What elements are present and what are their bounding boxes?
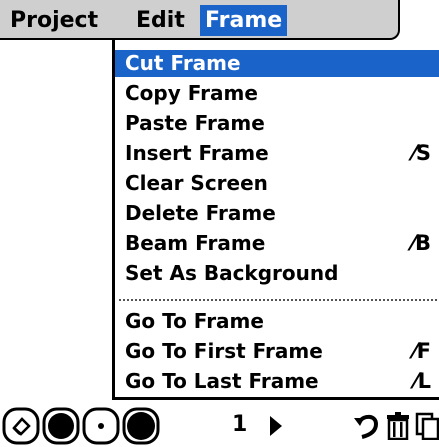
menu-item-label: Go To Last Frame <box>125 369 319 393</box>
menu-item-label: Clear Screen <box>125 171 268 195</box>
frame-number: 1 <box>232 412 248 437</box>
menu-item-insert-frame[interactable]: Insert Frame ⁄S <box>115 140 439 167</box>
menu-item-delete-frame[interactable]: Delete Frame <box>115 200 439 227</box>
menu-item-label: Delete Frame <box>125 201 276 225</box>
menu-item-label: Go To Frame <box>125 309 264 333</box>
shortcut-insert-frame: ⁄S <box>412 141 431 165</box>
shortcut-go-to-last-frame: ⁄L <box>414 369 431 393</box>
shortcut-key: F <box>416 339 431 363</box>
menu-item-go-to-last-frame[interactable]: Go To Last Frame ⁄L <box>115 368 439 395</box>
menu-item-go-to-first-frame[interactable]: Go To First Frame ⁄F <box>115 338 439 365</box>
menu-item-label: Set As Background <box>125 261 339 285</box>
menu-item-clear-screen[interactable]: Clear Screen <box>115 170 439 197</box>
menu-item-go-to-frame[interactable]: Go To Frame <box>115 308 439 335</box>
small-brush-icon[interactable] <box>82 407 120 445</box>
shortcut-go-to-first-frame: ⁄F <box>413 339 431 363</box>
ink-color-icon[interactable] <box>122 407 160 445</box>
menu-item-label: Insert Frame <box>125 141 269 165</box>
menu-bar: Project Edit Frame <box>0 0 400 40</box>
menu-item-label: Copy Frame <box>125 81 258 105</box>
large-brush-icon[interactable] <box>42 407 80 445</box>
play-icon[interactable] <box>268 415 284 437</box>
shortcut-key: B <box>414 231 431 255</box>
menu-item-label: Cut Frame <box>125 51 241 75</box>
menu-separator <box>119 299 439 301</box>
menu-item-label: Beam Frame <box>125 231 266 255</box>
menu-edit[interactable]: Edit <box>136 5 185 36</box>
trash-icon[interactable] <box>386 412 410 440</box>
frame-menu-dropdown: Cut Frame Copy Frame Paste Frame Insert … <box>112 40 439 400</box>
shortcut-key: L <box>417 369 431 393</box>
menu-item-beam-frame[interactable]: Beam Frame ⁄B <box>115 230 439 257</box>
bottom-toolbar: 1 <box>0 404 439 447</box>
menu-item-set-as-background[interactable]: Set As Background <box>115 260 439 287</box>
menu-item-label: Paste Frame <box>125 111 265 135</box>
eraser-icon[interactable] <box>2 407 40 445</box>
menu-item-label: Go To First Frame <box>125 339 323 363</box>
menu-item-paste-frame[interactable]: Paste Frame <box>115 110 439 137</box>
undo-icon[interactable] <box>354 412 380 440</box>
copy-icon[interactable] <box>415 412 439 440</box>
shortcut-beam-frame: ⁄B <box>411 231 431 255</box>
menu-item-copy-frame[interactable]: Copy Frame <box>115 80 439 107</box>
menu-project[interactable]: Project <box>10 5 98 36</box>
shortcut-key: S <box>415 141 431 165</box>
menu-frame[interactable]: Frame <box>200 5 288 36</box>
menu-item-cut-frame[interactable]: Cut Frame <box>115 50 439 77</box>
